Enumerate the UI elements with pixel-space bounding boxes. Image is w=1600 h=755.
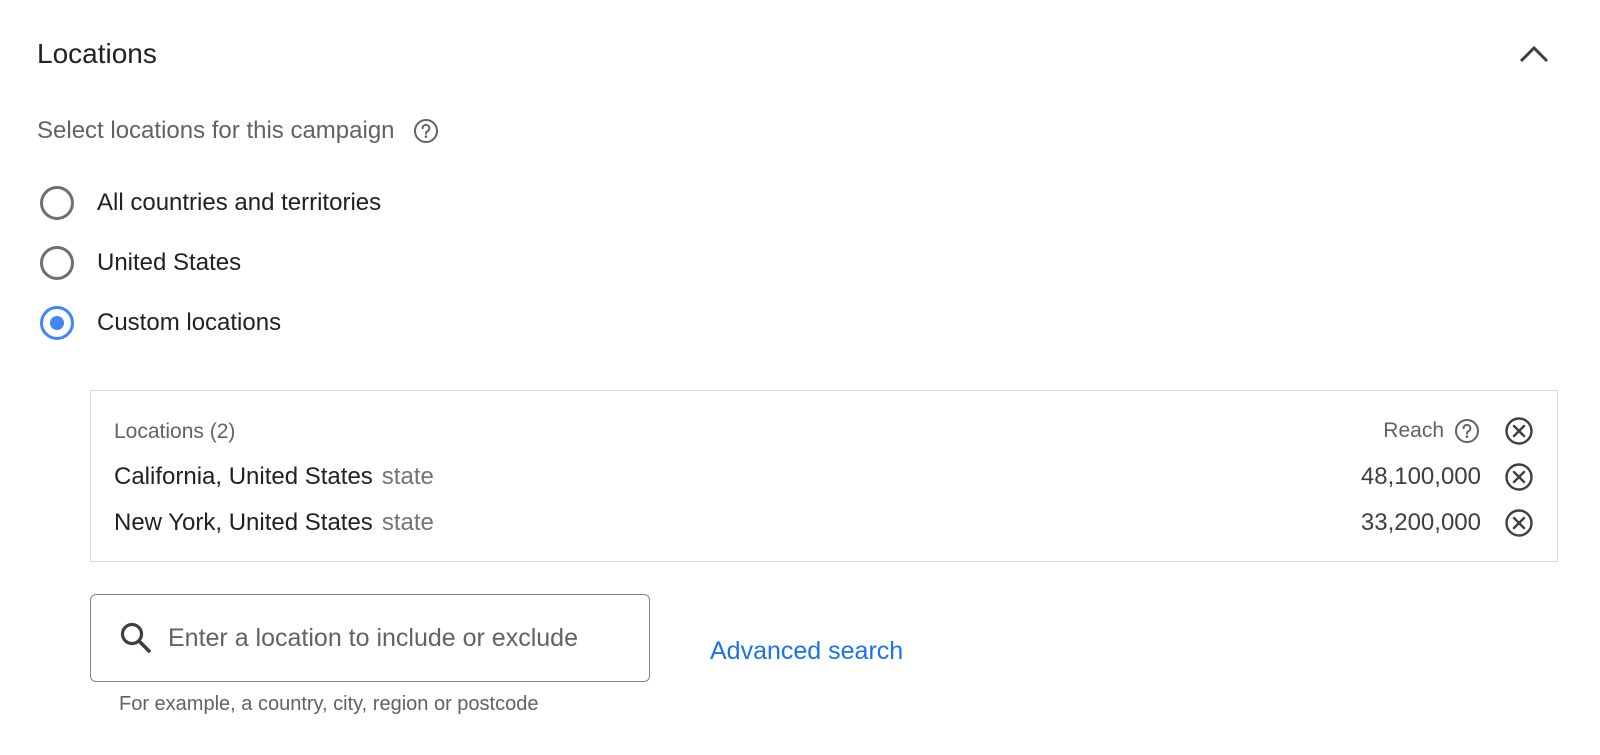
radio-button[interactable] (40, 246, 74, 280)
radio-label: All countries and territories (97, 189, 382, 216)
location-search-input[interactable] (168, 623, 618, 653)
help-icon[interactable] (413, 118, 439, 144)
cancel-circle-icon (1505, 417, 1533, 445)
location-row: New York, United States state 33,200,000 (114, 505, 1557, 541)
location-name: California, United States state (114, 459, 434, 495)
location-search-box[interactable] (90, 594, 650, 682)
radio-all-countries[interactable]: All countries and territories (40, 183, 381, 223)
remove-location-button[interactable] (1503, 507, 1535, 539)
help-icon[interactable] (1454, 418, 1480, 444)
remove-location-button[interactable] (1503, 461, 1535, 493)
cancel-circle-icon (1505, 509, 1533, 537)
advanced-search-link[interactable]: Advanced search (710, 634, 903, 668)
location-row: California, United States state 48,100,00… (114, 459, 1557, 495)
radio-button[interactable] (40, 186, 74, 220)
location-reach: 33,200,000 (1360, 509, 1481, 536)
locations-count-header: Locations (2) (114, 420, 236, 443)
chevron-up-icon (1519, 45, 1549, 63)
radio-label: Custom locations (97, 309, 282, 336)
select-locations-heading: Select locations for this campaign (37, 114, 439, 148)
search-hint: For example, a country, city, region or … (119, 693, 539, 715)
search-icon (118, 620, 154, 656)
reach-label: Reach (1383, 419, 1444, 442)
radio-united-states[interactable]: United States (40, 243, 241, 283)
location-name: New York, United States state (114, 505, 434, 541)
location-type: state (381, 509, 434, 536)
location-title: New York, United States (114, 509, 373, 536)
radio-label: United States (97, 249, 242, 276)
location-title: California, United States (114, 463, 373, 490)
radio-custom-locations[interactable]: Custom locations (40, 303, 281, 343)
targeted-locations-panel: Locations (2) Reach California, United S… (90, 390, 1558, 562)
reach-header: Reach (1383, 415, 1480, 447)
cancel-circle-icon (1505, 463, 1533, 491)
collapse-button[interactable] (1514, 36, 1554, 72)
select-locations-label: Select locations for this campaign (37, 117, 395, 144)
location-reach: 48,100,000 (1360, 463, 1481, 490)
section-title: Locations (37, 38, 157, 69)
remove-all-button[interactable] (1503, 415, 1535, 447)
location-type: state (381, 463, 434, 490)
radio-button[interactable] (40, 306, 74, 340)
